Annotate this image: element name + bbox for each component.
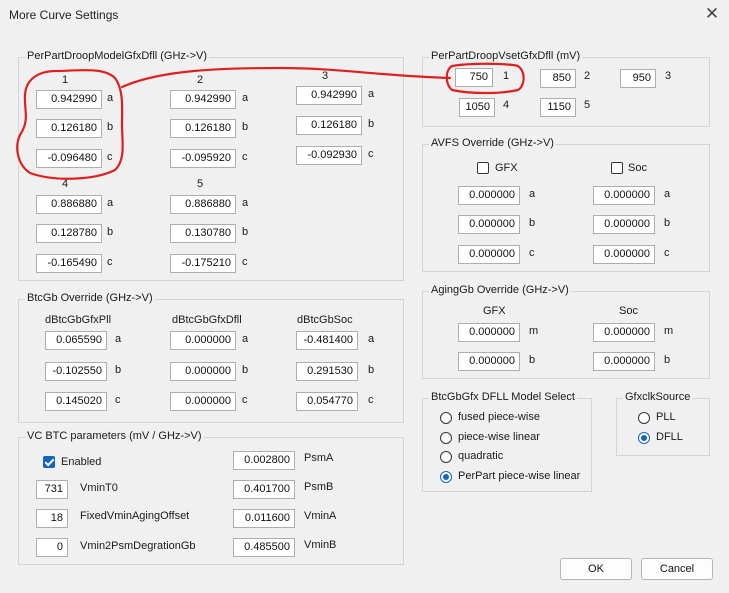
annotation-loop-column-1: [16, 69, 124, 180]
annotation-loop-vset-1: [445, 62, 525, 95]
annotation-connector-line: [120, 66, 452, 89]
red-annotation: [16, 62, 525, 180]
